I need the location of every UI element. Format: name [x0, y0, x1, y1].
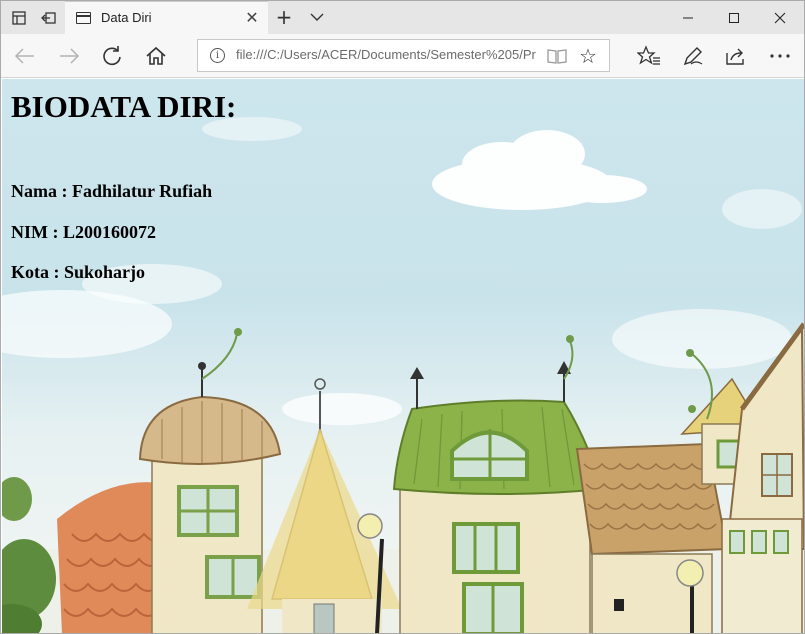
more-icon[interactable]: [765, 41, 795, 71]
set-aside-tabs-icon[interactable]: [9, 8, 29, 28]
page-title: BIODATA DIRI:: [11, 89, 237, 124]
biodata-section: BIODATA DIRI: Nama : Fadhilatur Rufiah N…: [11, 87, 237, 282]
maximize-icon[interactable]: [711, 1, 757, 34]
address-bar[interactable]: i file:///C:/Users/ACER/Documents/Semest…: [197, 39, 610, 72]
refresh-icon[interactable]: [97, 41, 127, 71]
navigation-bar: i file:///C:/Users/ACER/Documents/Semest…: [1, 34, 804, 78]
new-tab-icon[interactable]: +: [273, 5, 295, 29]
star-icon[interactable]: ☆: [577, 44, 599, 68]
chevron-down-icon[interactable]: [306, 6, 328, 28]
title-bar: Data Diri ✕ +: [1, 1, 804, 34]
minimize-icon[interactable]: [665, 1, 711, 34]
home-icon[interactable]: [141, 41, 171, 71]
browser-window: Data Diri ✕ + i file:///C:/Users/ACER/Do…: [0, 0, 805, 634]
tab-data-diri[interactable]: Data Diri ✕: [65, 1, 268, 34]
share-icon[interactable]: [721, 41, 751, 71]
nim-field: NIM : L200160072: [11, 222, 156, 242]
reading-view-icon[interactable]: [547, 46, 567, 66]
close-tab-icon[interactable]: ✕: [243, 8, 261, 27]
info-icon[interactable]: i: [210, 48, 225, 63]
pen-icon[interactable]: [678, 41, 708, 71]
show-tabs-aside-icon[interactable]: [39, 8, 59, 28]
page-icon: [76, 12, 91, 24]
nama-field: Nama : Fadhilatur Rufiah: [11, 181, 213, 201]
address-url[interactable]: file:///C:/Users/ACER/Documents/Semester…: [236, 47, 536, 62]
background-image: [2, 117, 804, 633]
forward-arrow-icon[interactable]: [54, 41, 84, 71]
kota-field: Kota : Sukoharjo: [11, 262, 146, 282]
favorites-icon[interactable]: [634, 41, 664, 71]
close-window-icon[interactable]: [757, 1, 803, 34]
tab-title: Data Diri: [101, 10, 152, 25]
back-arrow-icon[interactable]: [10, 41, 40, 71]
page-content: BIODATA DIRI: Nama : Fadhilatur Rufiah N…: [2, 79, 804, 633]
